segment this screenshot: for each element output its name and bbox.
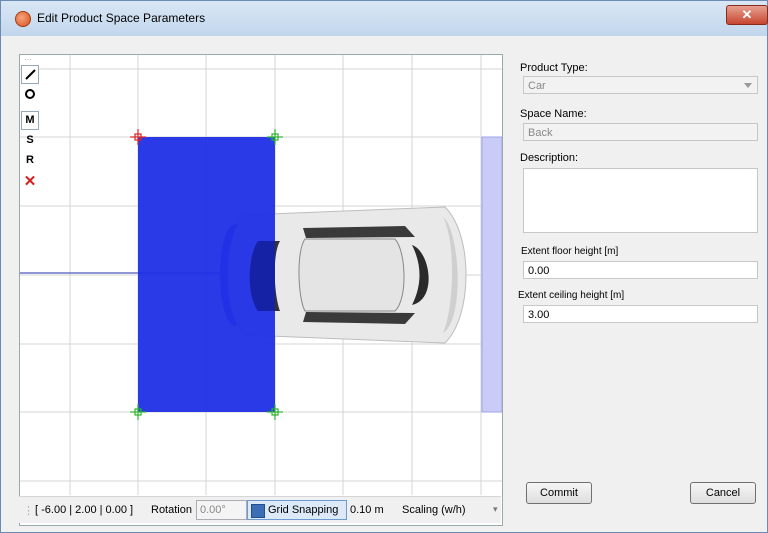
- dialog-client-area: ··· M S R ✕ ⋮ [ -6.00 | 2.00 | 0.00 ] Ro…: [9, 38, 761, 526]
- cancel-button[interactable]: Cancel: [690, 482, 756, 504]
- coordinates-readout: [ -6.00 | 2.00 | 0.00 ]: [35, 504, 134, 516]
- grid-snapping-button[interactable]: Grid Snapping: [247, 500, 347, 520]
- window-title: Edit Product Space Parameters: [37, 11, 206, 25]
- tool-m[interactable]: M: [21, 111, 39, 130]
- title-bar[interactable]: Edit Product Space Parameters ✕: [1, 1, 768, 36]
- delete-icon[interactable]: ✕: [21, 173, 39, 192]
- product-type-select[interactable]: Car: [523, 76, 758, 94]
- canvas-status-bar: ⋮ [ -6.00 | 2.00 | 0.00 ] Rotation 0.00°…: [19, 496, 501, 523]
- overflow-icon[interactable]: ▾: [493, 504, 498, 515]
- ceiling-height-field[interactable]: 3.00: [523, 305, 758, 323]
- rotation-input[interactable]: 0.00°: [196, 500, 247, 520]
- tool-strip: ··· M S R ✕: [20, 55, 40, 235]
- properties-panel: Product Type: Car Space Name: Back Descr…: [518, 38, 762, 526]
- floor-height-label: Extent floor height [m]: [521, 246, 619, 257]
- grid-snapping-label: Grid Snapping: [268, 504, 339, 516]
- dialog-window: Edit Product Space Parameters ✕ ··· M S …: [0, 0, 768, 533]
- app-icon: [15, 11, 31, 27]
- ceiling-height-label: Extent ceiling height [m]: [518, 290, 625, 301]
- tool-r[interactable]: R: [21, 151, 39, 170]
- description-field[interactable]: [523, 168, 758, 233]
- close-button[interactable]: ✕: [726, 5, 768, 25]
- car-roof: [298, 238, 405, 312]
- floor-height-field[interactable]: 0.00: [523, 261, 758, 279]
- space-name-field[interactable]: Back: [523, 123, 758, 141]
- canvas-drawing[interactable]: [20, 55, 502, 495]
- description-label: Description:: [520, 152, 579, 164]
- adjacent-space-rect: [481, 136, 502, 413]
- tool-s[interactable]: S: [21, 131, 39, 150]
- pencil-icon[interactable]: [21, 65, 39, 84]
- chevron-down-icon: [744, 83, 752, 88]
- product-type-label: Product Type:: [520, 62, 588, 74]
- space-name-label: Space Name:: [520, 108, 587, 120]
- product-type-value: Car: [528, 80, 546, 92]
- grid-size[interactable]: 0.10 m: [350, 504, 384, 516]
- rotation-label: Rotation: [151, 504, 192, 516]
- commit-button[interactable]: Commit: [526, 482, 592, 504]
- circle-icon[interactable]: [21, 85, 39, 104]
- car-side-window-top: [303, 226, 415, 238]
- grid-icon: [251, 504, 265, 518]
- design-canvas[interactable]: ··· M S R ✕: [19, 54, 503, 526]
- scaling-label: Scaling (w/h): [402, 504, 466, 516]
- car-side-window-bottom: [303, 312, 415, 324]
